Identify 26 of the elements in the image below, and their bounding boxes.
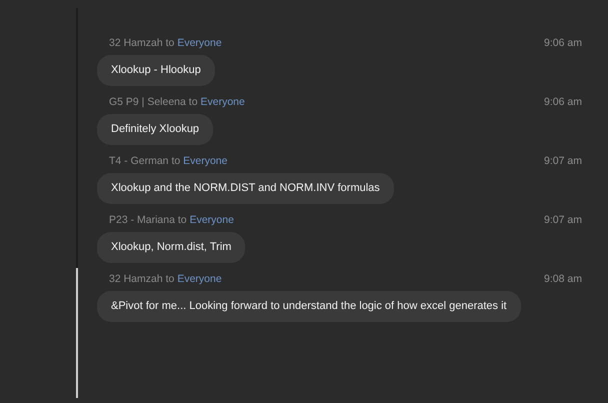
sender-name: G5 P9 | Seleena	[109, 96, 186, 108]
message-bubble: &Pivot for me... Looking forward to understand the logic of how excel generates it	[97, 291, 521, 322]
message-bubble: Definitely Xlookup	[97, 114, 214, 145]
sender-name: P23 - Mariana	[109, 214, 175, 226]
sender-name: T4 - German	[109, 155, 169, 167]
message-time: 9:06 am	[544, 37, 582, 50]
recipient-name: Everyone	[183, 155, 228, 167]
to-label: to	[166, 37, 174, 49]
to-label: to	[178, 214, 187, 226]
recipient-name: Everyone	[177, 273, 222, 285]
scrollbar-thumb[interactable]	[76, 268, 78, 398]
message-time: 9:07 am	[544, 214, 582, 227]
recipient-name: Everyone	[190, 214, 234, 226]
message-bubble: Xlookup - Hlookup	[97, 55, 215, 86]
recipient-name: Everyone	[200, 96, 245, 108]
sender-name: 32 Hamzah	[109, 37, 163, 49]
to-label: to	[166, 273, 174, 285]
message-bubble: Xlookup, Norm.dist, Trim	[97, 232, 246, 263]
message-time: 9:06 am	[544, 96, 582, 109]
message-bubble: Xlookup and the NORM.DIST and NORM.INV formulas	[97, 173, 394, 204]
recipient-name: Everyone	[177, 37, 222, 49]
to-label: to	[171, 155, 180, 167]
message-time: 9:07 am	[544, 155, 582, 168]
to-label: to	[188, 96, 198, 108]
message-time: 9:08 am	[544, 273, 582, 286]
sender-name: 32 Hamzah	[109, 273, 163, 285]
